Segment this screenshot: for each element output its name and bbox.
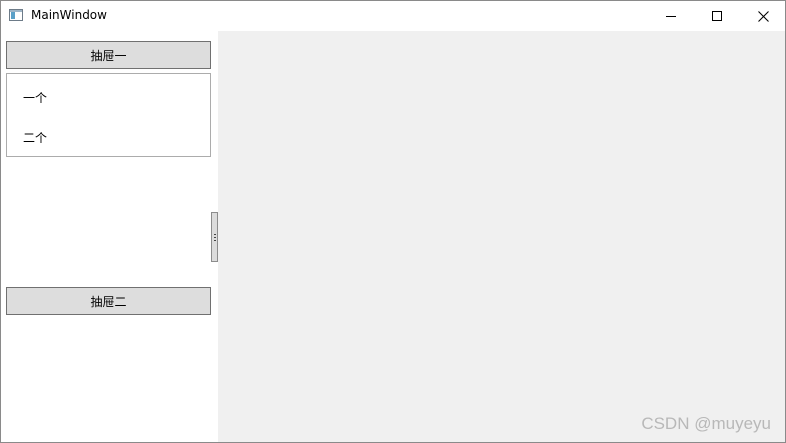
app-window-icon[interactable] <box>9 9 23 21</box>
minimize-icon <box>666 16 676 17</box>
maximize-button[interactable] <box>694 1 740 31</box>
title-bar[interactable]: MainWindow <box>1 1 785 31</box>
grid-splitter[interactable] <box>211 212 218 262</box>
drawer-one-button[interactable]: 抽屉一 <box>6 41 211 69</box>
main-window: MainWindow 抽屉一 一个 二个 抽屉二 CSDN @muyeyu <box>0 0 786 443</box>
client-area: 抽屉一 一个 二个 抽屉二 CSDN @muyeyu <box>1 31 785 442</box>
drawer-sidebar: 抽屉一 一个 二个 抽屉二 <box>1 31 218 442</box>
window-title: MainWindow <box>31 8 107 22</box>
list-item[interactable]: 二个 <box>23 129 47 146</box>
close-icon <box>757 10 769 22</box>
list-item[interactable]: 一个 <box>23 89 47 106</box>
drawer-two-button[interactable]: 抽屉二 <box>6 287 211 315</box>
drawer-one-list[interactable]: 一个 二个 <box>6 73 211 157</box>
main-content-area <box>218 31 785 442</box>
close-button[interactable] <box>740 1 785 31</box>
minimize-button[interactable] <box>648 1 694 31</box>
maximize-icon <box>712 11 722 21</box>
grip-dots-icon <box>214 234 216 241</box>
watermark: CSDN @muyeyu <box>641 414 771 433</box>
